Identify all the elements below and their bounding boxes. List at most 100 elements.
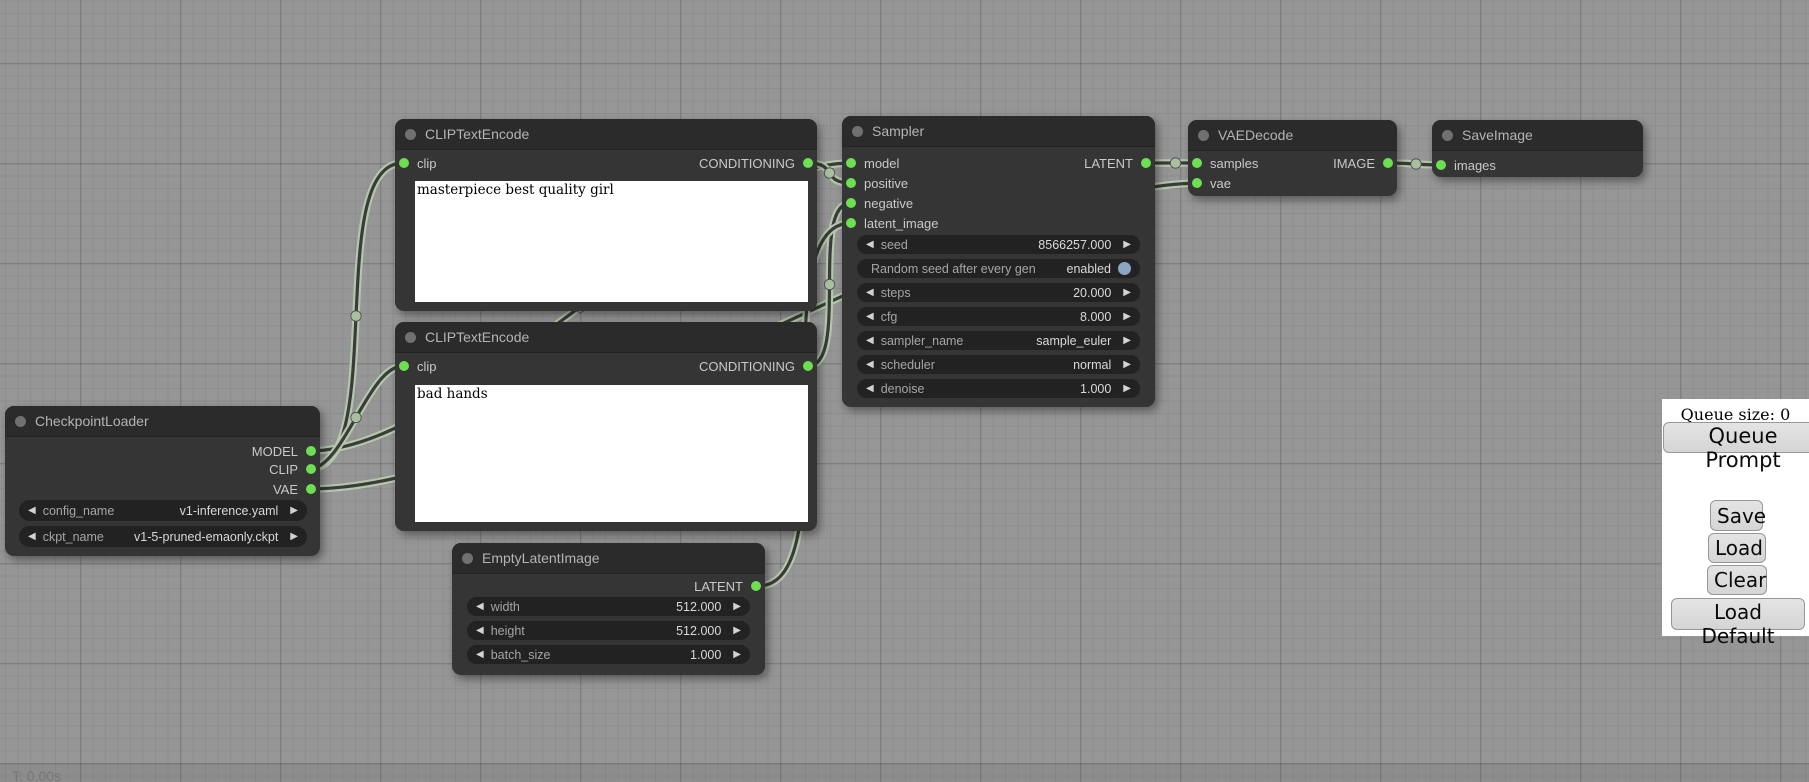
output-label: MODEL	[252, 444, 298, 459]
widget-ckpt-name[interactable]: ckpt_name v1-5-pruned-emaonly.ckpt	[19, 526, 307, 547]
output-slot-model[interactable]	[306, 446, 316, 456]
decrement-arrow-icon[interactable]	[476, 625, 484, 636]
decrement-arrow-icon[interactable]	[866, 383, 874, 394]
increment-arrow-icon[interactable]	[733, 601, 741, 612]
widget-batch-size[interactable]: batch_size 1.000	[467, 645, 750, 664]
decrement-arrow-icon[interactable]	[476, 649, 484, 660]
input-slot-vae[interactable]	[1192, 178, 1202, 188]
slot-row: latent_image	[846, 214, 1151, 232]
output-slot-conditioning[interactable]	[803, 361, 813, 371]
increment-arrow-icon[interactable]	[733, 625, 741, 636]
increment-arrow-icon[interactable]	[1123, 335, 1131, 346]
widget-steps[interactable]: steps 20.000	[857, 283, 1140, 302]
output-slot-conditioning[interactable]	[803, 158, 813, 168]
widget-value: 1.000	[1080, 382, 1111, 396]
graph-canvas[interactable]: CheckpointLoader MODEL CLIP VAE config_n…	[0, 0, 1809, 782]
output-slot-latent[interactable]	[1141, 158, 1151, 168]
node-title: Sampler	[872, 123, 924, 139]
collapse-dot-icon[interactable]	[1198, 130, 1209, 141]
widget-width[interactable]: width 512.000	[467, 597, 750, 616]
widget-cfg[interactable]: cfg 8.000	[857, 307, 1140, 326]
increment-arrow-icon[interactable]	[1123, 311, 1131, 322]
increment-arrow-icon[interactable]	[1123, 359, 1131, 370]
input-slot-samples[interactable]	[1192, 158, 1202, 168]
widget-sampler-name[interactable]: sampler_name sample_euler	[857, 331, 1140, 350]
decrement-arrow-icon[interactable]	[476, 601, 484, 612]
widget-config-name[interactable]: config_name v1-inference.yaml	[19, 500, 307, 521]
node-clip-text-encode-negative[interactable]: CLIPTextEncode clip CONDITIONING bad han…	[395, 322, 817, 531]
input-slot-latent-image[interactable]	[846, 218, 856, 228]
increment-arrow-icon[interactable]	[1123, 383, 1131, 394]
decrement-arrow-icon[interactable]	[866, 239, 874, 250]
widget-value: sample_euler	[1036, 334, 1111, 348]
input-slot-model[interactable]	[846, 158, 856, 168]
output-label: CONDITIONING	[699, 156, 795, 171]
node-title-bar[interactable]: VAEDecode	[1188, 120, 1397, 151]
output-slot-clip[interactable]	[306, 464, 316, 474]
increment-arrow-icon[interactable]	[1123, 287, 1131, 298]
input-slot-clip[interactable]	[399, 361, 409, 371]
input-slot-positive[interactable]	[846, 178, 856, 188]
node-title-bar[interactable]: CLIPTextEncode	[395, 119, 817, 150]
clear-button[interactable]: Clear	[1707, 565, 1767, 595]
node-title-bar[interactable]: CLIPTextEncode	[395, 322, 817, 353]
increment-arrow-icon[interactable]	[733, 649, 741, 660]
widget-value: 1.000	[690, 648, 721, 662]
widget-random-seed-toggle[interactable]: Random seed after every gen enabled	[857, 259, 1140, 278]
save-button[interactable]: Save	[1710, 500, 1763, 531]
decrement-arrow-icon[interactable]	[28, 505, 36, 516]
decrement-arrow-icon[interactable]	[28, 531, 36, 542]
output-slot-image[interactable]	[1383, 158, 1393, 168]
collapse-dot-icon[interactable]	[405, 332, 416, 343]
node-vae-decode[interactable]: VAEDecode samples IMAGE vae	[1188, 120, 1397, 196]
toggle-icon[interactable]	[1118, 262, 1131, 275]
widget-label: Random seed after every gen	[871, 262, 1036, 276]
queue-prompt-button[interactable]: Queue Prompt	[1663, 422, 1809, 453]
positive-prompt-textarea[interactable]: masterpiece best quality girl	[415, 181, 808, 302]
input-label: images	[1454, 158, 1496, 173]
negative-prompt-textarea[interactable]: bad hands	[415, 385, 808, 522]
input-label: latent_image	[864, 216, 938, 231]
output-label: CONDITIONING	[699, 359, 795, 374]
collapse-dot-icon[interactable]	[15, 416, 26, 427]
node-sampler[interactable]: Sampler model LATENT positive negative l…	[842, 116, 1155, 407]
comfy-menu-panel: Queue size: 0 Queue Prompt Save Load Cle…	[1662, 399, 1809, 636]
input-slot-negative[interactable]	[846, 198, 856, 208]
load-default-button[interactable]: Load Default	[1671, 598, 1805, 630]
widget-label: height	[491, 624, 525, 638]
widget-seed[interactable]: seed 8566257.000	[857, 235, 1140, 254]
collapse-dot-icon[interactable]	[1442, 130, 1453, 141]
node-title-bar[interactable]: Sampler	[842, 116, 1155, 147]
collapse-dot-icon[interactable]	[462, 553, 473, 564]
collapse-dot-icon[interactable]	[405, 129, 416, 140]
output-slot-vae[interactable]	[306, 484, 316, 494]
widget-scheduler[interactable]: scheduler normal	[857, 355, 1140, 374]
decrement-arrow-icon[interactable]	[866, 287, 874, 298]
node-empty-latent-image[interactable]: EmptyLatentImage LATENT width 512.000 he…	[452, 543, 765, 675]
widget-value: 8.000	[1080, 310, 1111, 324]
output-slot-latent[interactable]	[751, 581, 761, 591]
output-label: IMAGE	[1333, 156, 1375, 171]
node-title: CLIPTextEncode	[425, 329, 529, 345]
node-checkpoint-loader[interactable]: CheckpointLoader MODEL CLIP VAE config_n…	[5, 406, 320, 556]
slot-row: clip CONDITIONING	[399, 357, 813, 375]
node-clip-text-encode-positive[interactable]: CLIPTextEncode clip CONDITIONING masterp…	[395, 119, 817, 311]
node-title-bar[interactable]: SaveImage	[1432, 120, 1643, 151]
link-midpoint-dot	[351, 412, 361, 422]
input-slot-clip[interactable]	[399, 158, 409, 168]
widget-denoise[interactable]: denoise 1.000	[857, 379, 1140, 398]
node-title-bar[interactable]: CheckpointLoader	[5, 406, 320, 437]
decrement-arrow-icon[interactable]	[866, 311, 874, 322]
node-save-image[interactable]: SaveImage images	[1432, 120, 1643, 177]
decrement-arrow-icon[interactable]	[866, 359, 874, 370]
decrement-arrow-icon[interactable]	[866, 335, 874, 346]
load-button[interactable]: Load	[1708, 533, 1766, 563]
link-midpoint-dot	[1411, 159, 1421, 169]
collapse-dot-icon[interactable]	[852, 126, 863, 137]
increment-arrow-icon[interactable]	[290, 505, 298, 516]
increment-arrow-icon[interactable]	[290, 531, 298, 542]
node-title-bar[interactable]: EmptyLatentImage	[452, 543, 765, 574]
increment-arrow-icon[interactable]	[1123, 239, 1131, 250]
widget-height[interactable]: height 512.000	[467, 621, 750, 640]
input-slot-images[interactable]	[1436, 160, 1446, 170]
